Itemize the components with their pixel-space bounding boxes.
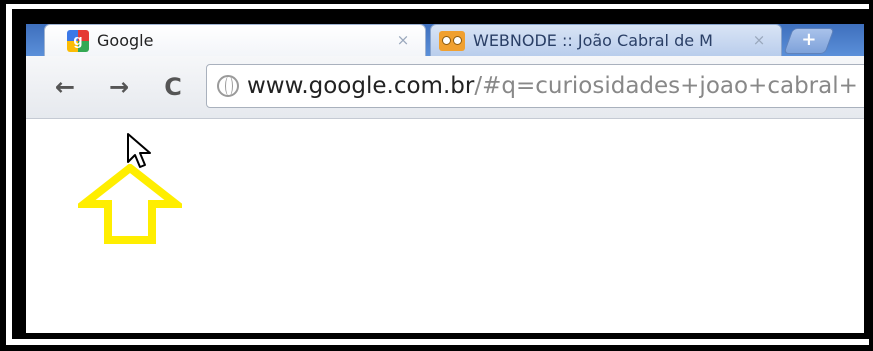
url-host: www.google.com.br (247, 73, 475, 99)
tab-title: Google (97, 31, 154, 50)
browser-window: g Google × WEBNODE :: João Cabral de M ×… (26, 24, 864, 333)
plus-icon: + (801, 29, 817, 50)
globe-icon (217, 75, 239, 97)
address-bar[interactable]: www.google.com.br/#q=curiosidades+joao+c… (206, 64, 864, 108)
url-path: /#q=curiosidades+joao+cabral+ (474, 73, 858, 99)
toolbar: ← → C www.google.com.br/#q=curiosidades+… (26, 56, 864, 119)
tab-title: WEBNODE :: João Cabral de M (473, 31, 713, 50)
close-tab-icon[interactable]: × (751, 32, 767, 48)
google-favicon-icon: g (67, 29, 89, 52)
back-button[interactable]: ← (48, 70, 82, 104)
tab-strip: g Google × WEBNODE :: João Cabral de M ×… (26, 24, 864, 56)
webnode-favicon-icon (439, 30, 465, 51)
new-tab-button[interactable]: + (783, 28, 835, 54)
tab-webnode[interactable]: WEBNODE :: João Cabral de M × (430, 24, 782, 56)
tab-google[interactable]: g Google × (44, 24, 426, 56)
close-tab-icon[interactable]: × (395, 32, 411, 48)
reload-button[interactable]: C (156, 70, 190, 104)
forward-button[interactable]: → (102, 70, 136, 104)
url-text[interactable]: www.google.com.br/#q=curiosidades+joao+c… (247, 73, 858, 99)
yellow-up-arrow-icon (78, 164, 182, 244)
